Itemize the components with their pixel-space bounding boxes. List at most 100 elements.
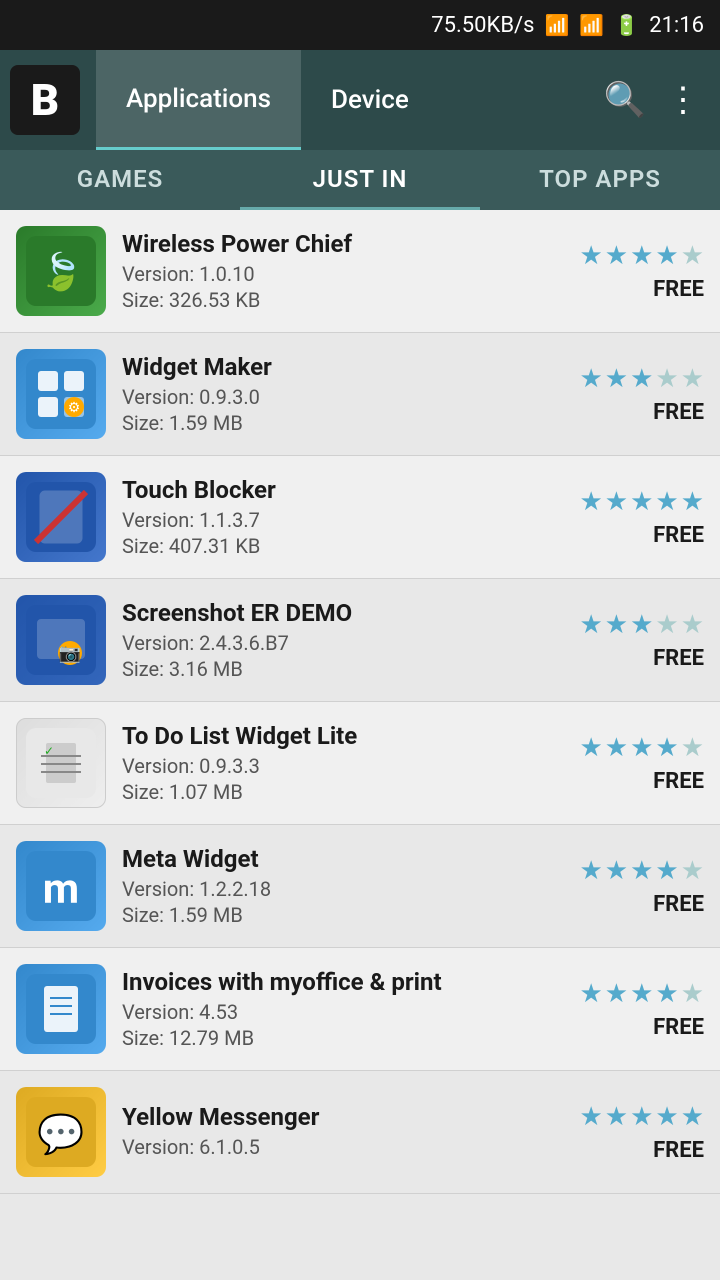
app-icon: 💬 bbox=[16, 1087, 106, 1177]
star-rating: ★★★★★ bbox=[579, 241, 704, 271]
app-version: Version: 1.2.2.18 bbox=[122, 877, 563, 901]
star-rating: ★★★★★ bbox=[579, 487, 704, 517]
app-size: Size: 326.53 KB bbox=[122, 288, 563, 312]
app-info: Meta Widget Version: 1.2.2.18 Size: 1.59… bbox=[122, 845, 563, 927]
star-empty: ★ bbox=[681, 979, 704, 1009]
star-filled: ★ bbox=[655, 979, 678, 1009]
app-name: Invoices with myoffice & print bbox=[122, 968, 563, 996]
price-badge: FREE bbox=[653, 892, 704, 917]
app-icon: 📷 bbox=[16, 595, 106, 685]
header-icons: 🔍 ⋮ bbox=[604, 80, 710, 120]
star-empty: ★ bbox=[655, 610, 678, 640]
star-empty: ★ bbox=[681, 364, 704, 394]
star-filled: ★ bbox=[630, 610, 653, 640]
star-filled: ★ bbox=[579, 979, 602, 1009]
star-rating: ★★★★★ bbox=[579, 733, 704, 763]
app-version: Version: 1.0.10 bbox=[122, 262, 563, 286]
star-rating: ★★★★★ bbox=[579, 364, 704, 394]
app-list-item[interactable]: 💬 Yellow Messenger Version: 6.1.0.5 ★★★★… bbox=[0, 1071, 720, 1194]
tab-top-apps[interactable]: TOP APPS bbox=[480, 150, 720, 210]
star-empty: ★ bbox=[681, 856, 704, 886]
app-list-item[interactable]: 🍃 Wireless Power Chief Version: 1.0.10 S… bbox=[0, 210, 720, 333]
star-filled: ★ bbox=[630, 1102, 653, 1132]
nav-tab-device[interactable]: Device bbox=[301, 50, 439, 150]
svg-text:✓: ✓ bbox=[44, 744, 54, 758]
app-logo[interactable]: B bbox=[10, 65, 80, 135]
star-filled: ★ bbox=[630, 979, 653, 1009]
star-filled: ★ bbox=[605, 364, 628, 394]
star-filled: ★ bbox=[605, 733, 628, 763]
star-filled: ★ bbox=[655, 1102, 678, 1132]
battery-icon: 🔋 bbox=[614, 13, 639, 37]
star-rating: ★★★★★ bbox=[579, 856, 704, 886]
star-filled: ★ bbox=[579, 733, 602, 763]
price-badge: FREE bbox=[653, 523, 704, 548]
wifi-icon: 📶 bbox=[544, 13, 569, 37]
star-filled: ★ bbox=[630, 733, 653, 763]
search-icon[interactable]: 🔍 bbox=[604, 80, 646, 120]
app-version: Version: 1.1.3.7 bbox=[122, 508, 563, 532]
app-info: Invoices with myoffice & print Version: … bbox=[122, 968, 563, 1050]
star-filled: ★ bbox=[630, 487, 653, 517]
app-list-item[interactable]: ✓ To Do List Widget Lite Version: 0.9.3.… bbox=[0, 702, 720, 825]
overflow-menu-icon[interactable]: ⋮ bbox=[666, 80, 700, 120]
tab-just-in[interactable]: JUST IN bbox=[240, 150, 480, 210]
app-rating: ★★★★★ FREE bbox=[579, 610, 704, 671]
nav-tab-applications[interactable]: Applications bbox=[96, 50, 301, 150]
price-badge: FREE bbox=[653, 1138, 704, 1163]
star-empty: ★ bbox=[681, 241, 704, 271]
price-badge: FREE bbox=[653, 769, 704, 794]
star-filled: ★ bbox=[630, 856, 653, 886]
star-filled: ★ bbox=[579, 364, 602, 394]
app-version: Version: 2.4.3.6.B7 bbox=[122, 631, 563, 655]
star-filled: ★ bbox=[655, 856, 678, 886]
svg-text:📷: 📷 bbox=[59, 643, 81, 664]
price-badge: FREE bbox=[653, 1015, 704, 1040]
svg-text:🍃: 🍃 bbox=[39, 250, 84, 293]
app-rating: ★★★★★ FREE bbox=[579, 856, 704, 917]
app-icon: ⚙ bbox=[16, 349, 106, 439]
star-rating: ★★★★★ bbox=[579, 1102, 704, 1132]
app-list-item[interactable]: m Meta Widget Version: 1.2.2.18 Size: 1.… bbox=[0, 825, 720, 948]
app-size: Size: 1.59 MB bbox=[122, 411, 563, 435]
app-list-item[interactable]: ⚙ Widget Maker Version: 0.9.3.0 Size: 1.… bbox=[0, 333, 720, 456]
app-size: Size: 407.31 KB bbox=[122, 534, 563, 558]
tab-games[interactable]: GAMES bbox=[0, 150, 240, 210]
app-name: Yellow Messenger bbox=[122, 1103, 563, 1131]
star-filled: ★ bbox=[579, 241, 602, 271]
category-tab-row: GAMES JUST IN TOP APPS bbox=[0, 150, 720, 210]
app-rating: ★★★★★ FREE bbox=[579, 979, 704, 1040]
app-size: Size: 1.07 MB bbox=[122, 780, 563, 804]
price-badge: FREE bbox=[653, 646, 704, 671]
app-name: Meta Widget bbox=[122, 845, 563, 873]
star-filled: ★ bbox=[605, 1102, 628, 1132]
app-rating: ★★★★★ FREE bbox=[579, 1102, 704, 1163]
price-badge: FREE bbox=[653, 277, 704, 302]
app-info: Widget Maker Version: 0.9.3.0 Size: 1.59… bbox=[122, 353, 563, 435]
app-icon bbox=[16, 964, 106, 1054]
star-filled: ★ bbox=[579, 1102, 602, 1132]
app-list-item[interactable]: Invoices with myoffice & print Version: … bbox=[0, 948, 720, 1071]
status-bar: 75.50KB/s 📶 📶 🔋 21:16 bbox=[0, 0, 720, 50]
app-name: Screenshot ER DEMO bbox=[122, 599, 563, 627]
app-icon: 🍃 bbox=[16, 226, 106, 316]
app-info: Yellow Messenger Version: 6.1.0.5 bbox=[122, 1103, 563, 1161]
star-filled: ★ bbox=[605, 610, 628, 640]
app-size: Size: 12.79 MB bbox=[122, 1026, 563, 1050]
star-empty: ★ bbox=[681, 733, 704, 763]
star-empty: ★ bbox=[655, 364, 678, 394]
app-list-item[interactable]: Touch Blocker Version: 1.1.3.7 Size: 407… bbox=[0, 456, 720, 579]
svg-text:💬: 💬 bbox=[37, 1112, 84, 1157]
svg-text:m: m bbox=[43, 865, 79, 914]
network-speed: 75.50KB/s bbox=[431, 13, 534, 38]
star-filled: ★ bbox=[605, 241, 628, 271]
svg-text:⚙: ⚙ bbox=[68, 400, 81, 416]
star-empty: ★ bbox=[681, 610, 704, 640]
app-info: Touch Blocker Version: 1.1.3.7 Size: 407… bbox=[122, 476, 563, 558]
nav-tabs: Applications Device bbox=[96, 50, 604, 150]
header: B Applications Device 🔍 ⋮ bbox=[0, 50, 720, 150]
star-filled: ★ bbox=[605, 487, 628, 517]
app-list-item[interactable]: 📷 Screenshot ER DEMO Version: 2.4.3.6.B7… bbox=[0, 579, 720, 702]
app-name: Touch Blocker bbox=[122, 476, 563, 504]
app-name: Wireless Power Chief bbox=[122, 230, 563, 258]
